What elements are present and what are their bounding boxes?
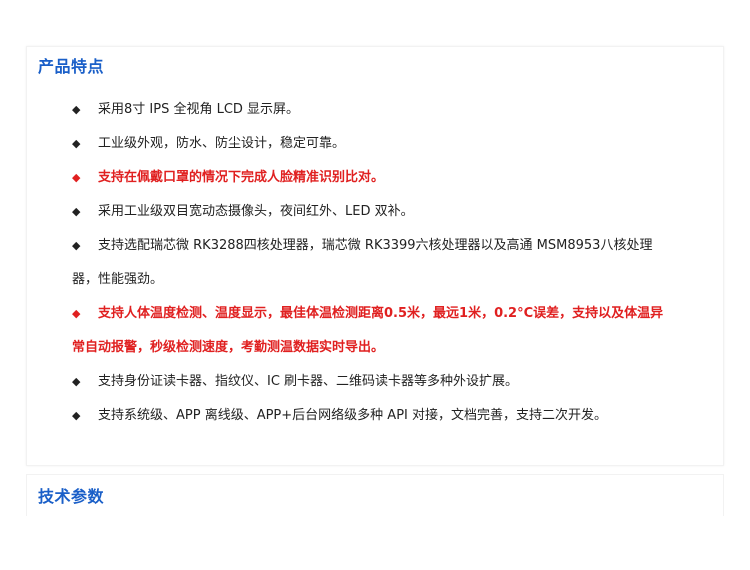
feature-text: 支持在佩戴口罩的情况下完成人脸精准识别比对。 (98, 170, 385, 185)
list-item: ◆ 支持系统级、APP 离线级、APP+后台网络级多种 API 对接，文档完善，… (72, 399, 712, 433)
diamond-bullet-icon: ◆ (72, 375, 81, 388)
diamond-bullet-icon: ◆ (72, 137, 81, 150)
list-item: ◆ 支持选配瑞芯微 RK3288四核处理器，瑞芯微 RK3399六核处理器以及高… (72, 229, 712, 297)
diamond-bullet-icon: ◆ (72, 307, 81, 320)
diamond-bullet-icon: ◆ (72, 103, 81, 116)
feature-text: 采用工业级双目宽动态摄像头，夜间红外、LED 双补。 (98, 204, 414, 219)
feature-text-continuation: 常自动报警，秒级检测速度，考勤测温数据实时导出。 (72, 340, 385, 355)
section-title-features: 产品特点 (38, 57, 105, 76)
specs-panel (26, 474, 724, 516)
list-item: ◆ 支持在佩戴口罩的情况下完成人脸精准识别比对。 (72, 161, 712, 195)
feature-list: ◆ 采用8寸 IPS 全视角 LCD 显示屏。 ◆ 工业级外观，防水、防尘设计，… (72, 93, 712, 433)
list-item: ◆ 采用8寸 IPS 全视角 LCD 显示屏。 (72, 93, 712, 127)
diamond-bullet-icon: ◆ (72, 171, 81, 184)
feature-text-continuation: 器，性能强劲。 (72, 272, 164, 287)
list-item: ◆ 支持人体温度检测、温度显示，最佳体温检测距离0.5米，最远1米，0.2°C误… (72, 297, 712, 365)
diamond-bullet-icon: ◆ (72, 409, 81, 422)
list-item: ◆ 支持身份证读卡器、指纹仪、IC 刷卡器、二维码读卡器等多种外设扩展。 (72, 365, 712, 399)
section-title-specs: 技术参数 (38, 487, 105, 506)
feature-text: 支持选配瑞芯微 RK3288四核处理器，瑞芯微 RK3399六核处理器以及高通 … (98, 238, 653, 253)
feature-text: 支持人体温度检测、温度显示，最佳体温检测距离0.5米，最远1米，0.2°C误差，… (98, 306, 664, 321)
feature-text: 支持身份证读卡器、指纹仪、IC 刷卡器、二维码读卡器等多种外设扩展。 (98, 374, 519, 389)
feature-text: 采用8寸 IPS 全视角 LCD 显示屏。 (98, 102, 300, 117)
diamond-bullet-icon: ◆ (72, 205, 81, 218)
list-item: ◆ 工业级外观，防水、防尘设计，稳定可靠。 (72, 127, 712, 161)
diamond-bullet-icon: ◆ (72, 239, 81, 252)
feature-text: 工业级外观，防水、防尘设计，稳定可靠。 (98, 136, 346, 151)
feature-text: 支持系统级、APP 离线级、APP+后台网络级多种 API 对接，文档完善，支持… (98, 408, 607, 423)
list-item: ◆ 采用工业级双目宽动态摄像头，夜间红外、LED 双补。 (72, 195, 712, 229)
page: 产品特点 ◆ 采用8寸 IPS 全视角 LCD 显示屏。 ◆ 工业级外观，防水、… (0, 0, 750, 570)
